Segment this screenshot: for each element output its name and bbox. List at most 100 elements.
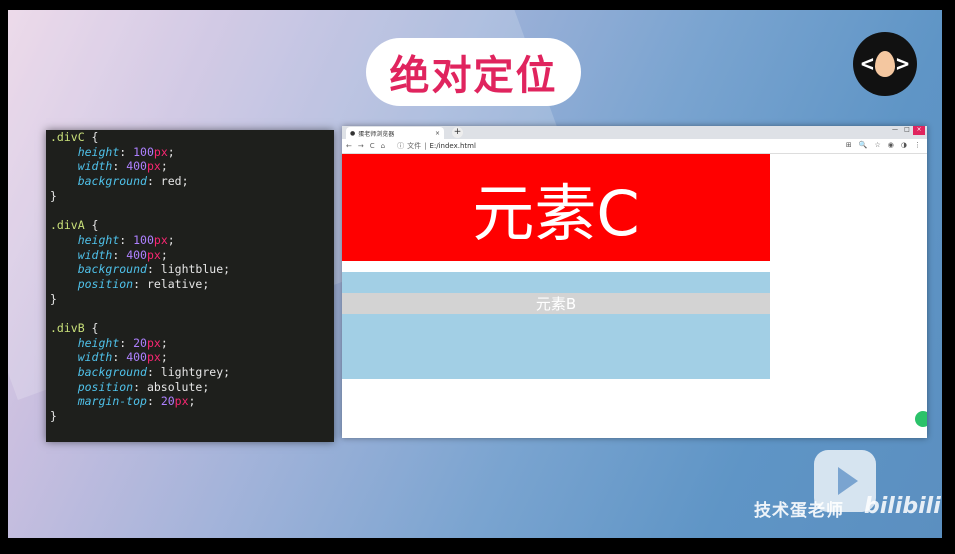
- code-token: width: [77, 159, 113, 174]
- play-icon: [838, 467, 858, 495]
- browser-window: ● 蛋老师浏览器 × + — □ × ← → C ⌂ ⓘ 文件 | E:/ind…: [342, 126, 927, 438]
- back-icon[interactable]: ←: [346, 142, 352, 150]
- code-token: 100: [133, 232, 154, 247]
- code-token: : absolute;: [133, 379, 210, 394]
- address-field[interactable]: ⓘ 文件 | E:/index.html: [397, 141, 476, 151]
- slide-title: 绝对定位: [366, 38, 581, 106]
- info-icon: ⓘ: [397, 142, 405, 150]
- code-token: 400: [126, 247, 147, 262]
- code-token: : lightgrey;: [146, 365, 231, 379]
- code-token: background: [77, 262, 147, 277]
- separator: |: [424, 142, 427, 150]
- code-line: .divA {: [50, 218, 334, 233]
- code-token: width: [77, 350, 113, 365]
- code-token: {: [91, 130, 99, 144]
- code-token: height: [77, 335, 120, 350]
- code-token: px: [146, 335, 161, 350]
- code-line: }: [50, 409, 334, 424]
- browser-tab[interactable]: ● 蛋老师浏览器 ×: [346, 127, 444, 139]
- code-line: }: [50, 189, 334, 204]
- code-token: .divC: [50, 130, 92, 144]
- code-line: height: 100px;: [50, 145, 334, 160]
- code-token: {: [91, 218, 99, 233]
- floating-green-button[interactable]: [915, 411, 927, 427]
- code-token: }: [50, 291, 57, 306]
- code-token: :: [119, 335, 134, 350]
- code-token: position: [77, 276, 134, 291]
- video-frame: 绝对定位 < > .divC { height: 100px; width: 4…: [8, 10, 942, 538]
- bilibili-logo-text: bilibili: [864, 494, 941, 519]
- code-token: 20: [133, 335, 147, 350]
- code-line: .divC {: [50, 130, 334, 145]
- code-token: }: [50, 409, 57, 424]
- code-line: width: 400px;: [50, 159, 334, 174]
- code-token: px: [153, 144, 168, 159]
- tab-title: 蛋老师浏览器: [358, 130, 395, 138]
- code-token: ;: [160, 159, 168, 174]
- code-token: ;: [167, 232, 175, 247]
- element-a-box: [342, 272, 770, 379]
- bookmark-star-icon[interactable]: ☆: [875, 141, 881, 149]
- code-token: :: [119, 232, 134, 247]
- code-token: : relative;: [133, 276, 210, 291]
- tab-bar: ● 蛋老师浏览器 × + — □ ×: [342, 126, 927, 139]
- window-controls: — □ ×: [889, 126, 925, 135]
- code-line: position: absolute;: [50, 380, 334, 395]
- code-token: :: [112, 247, 127, 262]
- code-token: .divA: [50, 218, 92, 233]
- code-token: margin-top: [77, 394, 147, 409]
- code-token: : lightblue;: [146, 262, 231, 277]
- code-token: ;: [160, 350, 168, 365]
- element-c-box: 元素C: [342, 154, 770, 261]
- code-token: ;: [160, 335, 168, 350]
- author-watermark: 技术蛋老师: [754, 501, 844, 521]
- code-line: background: lightblue;: [50, 262, 334, 277]
- reload-icon[interactable]: C: [370, 142, 375, 150]
- code-token: :: [119, 144, 134, 159]
- code-line: margin-top: 20px;: [50, 394, 334, 409]
- code-token: px: [146, 159, 161, 174]
- forward-icon[interactable]: →: [358, 142, 364, 150]
- code-token: :: [146, 394, 161, 409]
- code-token: 100: [133, 144, 154, 159]
- code-token: width: [77, 247, 113, 262]
- globe-icon: ●: [350, 129, 356, 137]
- home-icon[interactable]: ⌂: [381, 142, 385, 150]
- maximize-button[interactable]: □: [901, 126, 913, 135]
- url-text: E:/index.html: [429, 142, 476, 150]
- code-line: background: lightgrey;: [50, 365, 334, 380]
- extension-icon[interactable]: ◉: [888, 141, 894, 149]
- close-window-button[interactable]: ×: [913, 126, 925, 135]
- code-line: }: [50, 292, 334, 307]
- channel-logo: < >: [853, 32, 917, 96]
- code-token: ;: [188, 394, 196, 409]
- code-line: height: 100px;: [50, 233, 334, 248]
- translate-icon[interactable]: ⊞: [846, 141, 852, 149]
- security-label: 文件: [407, 142, 422, 150]
- code-token: 400: [126, 159, 147, 174]
- code-token: background: [77, 174, 147, 189]
- zoom-icon[interactable]: 🔍: [859, 141, 868, 149]
- css-code-editor: .divC { height: 100px; width: 400px; bac…: [46, 130, 334, 442]
- code-token: position: [77, 379, 134, 394]
- code-token: background: [77, 365, 147, 379]
- menu-icon[interactable]: ⋮: [914, 141, 921, 149]
- code-token: ;: [167, 144, 175, 159]
- tab-close-icon[interactable]: ×: [435, 130, 440, 137]
- new-tab-button[interactable]: +: [452, 127, 463, 138]
- page-viewport: 元素C 元素B: [342, 154, 927, 438]
- minimize-button[interactable]: —: [889, 126, 901, 135]
- code-token: px: [153, 232, 168, 247]
- profile-icon[interactable]: ◑: [901, 141, 907, 149]
- logo-right-bracket: >: [896, 51, 910, 77]
- code-line: width: 400px;: [50, 350, 334, 365]
